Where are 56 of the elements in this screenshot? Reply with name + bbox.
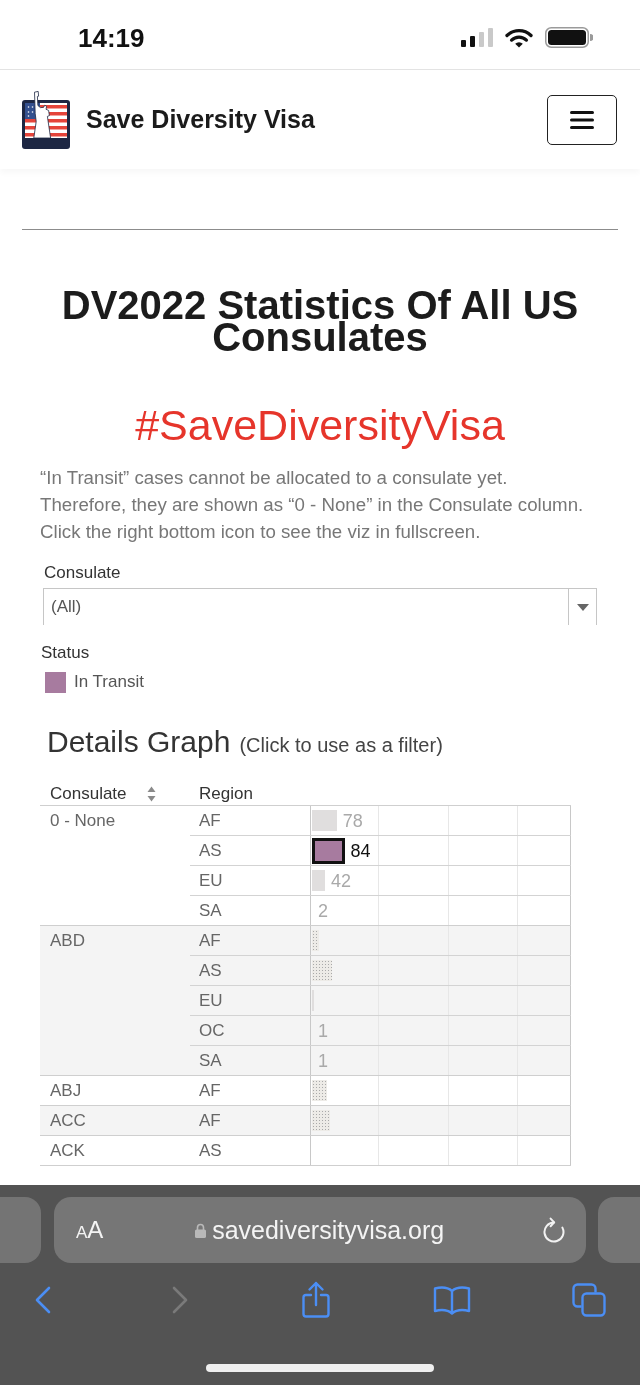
region-code: AF — [199, 931, 221, 950]
region-code: AF — [199, 811, 221, 830]
filter-label: Consulate — [44, 562, 122, 584]
adjacent-tab-preview[interactable] — [598, 1197, 640, 1263]
bar-value: 2 — [318, 899, 328, 922]
consulate-name: ACK — [50, 1141, 85, 1160]
hashtag-heading: #SaveDiversityVisa — [134, 401, 506, 449]
lock-icon — [195, 1222, 207, 1238]
reload-icon[interactable] — [542, 1217, 566, 1243]
site-name[interactable]: Save Diversity Visa — [86, 105, 315, 134]
adjacent-tab-preview[interactable] — [0, 1197, 41, 1263]
tabs-icon[interactable] — [571, 1283, 606, 1317]
bar-value: 1 — [318, 1049, 328, 1072]
intro-text: “In Transit” cases cannot be allocated to a consulate yet. Therefore, they are shown as “0 - None” in the Consulate column. Click the right bottom icon to see the viz in fullscreen. — [40, 466, 585, 544]
text-size-button[interactable]: AA — [76, 1216, 104, 1244]
consulate-name: ACC — [50, 1111, 86, 1130]
consulate-name: 0 - None — [50, 811, 116, 830]
menu-button[interactable] — [547, 94, 617, 145]
bar-value: 78 — [342, 809, 363, 832]
consulate-name: ABJ — [50, 1081, 82, 1100]
column-header[interactable]: Region — [199, 783, 253, 804]
status-time: 14:19 — [78, 22, 145, 53]
sort-icon[interactable] — [146, 785, 156, 802]
wifi-icon — [505, 27, 533, 48]
signal-icon — [461, 28, 493, 47]
back-icon[interactable] — [35, 1286, 52, 1314]
column-header[interactable]: Consulate — [50, 783, 127, 804]
bar-value: 84 — [350, 839, 371, 862]
legend-label: In Transit — [74, 672, 144, 692]
region-code: EU — [199, 871, 223, 890]
region-code: OC — [199, 1021, 225, 1040]
url-text[interactable]: savediversityvisa.org — [212, 1215, 445, 1245]
region-code: SA — [199, 901, 222, 920]
logo-icon[interactable] — [22, 90, 70, 149]
caret-icon — [576, 603, 589, 611]
region-code: AS — [199, 961, 222, 980]
address-bar[interactable]: AA savediversityvisa.org — [54, 1197, 586, 1263]
menu-icon — [570, 110, 594, 129]
section-title: Details Graph — [47, 724, 231, 760]
bar-value: 42 — [330, 869, 351, 892]
page-title: DV2022 Statistics Of All US Consulates — [60, 284, 580, 358]
region-code: SA — [199, 1051, 222, 1070]
book-icon[interactable] — [433, 1285, 472, 1315]
bar-value: 1 — [318, 1019, 328, 1042]
consulate-name: ABD — [50, 931, 85, 950]
section-hint: (Click to use as a filter) — [239, 733, 443, 758]
consulate-dropdown[interactable]: (All) — [43, 588, 597, 625]
region-code: AS — [199, 841, 222, 860]
bar-fill[interactable] — [312, 837, 345, 864]
region-code: AF — [199, 1111, 221, 1130]
region-code: EU — [199, 991, 223, 1010]
legend-title: Status — [41, 642, 91, 664]
region-code: AS — [199, 1141, 222, 1160]
battery-icon — [545, 27, 593, 48]
region-code: AF — [199, 1081, 221, 1100]
share-icon[interactable] — [300, 1281, 331, 1319]
